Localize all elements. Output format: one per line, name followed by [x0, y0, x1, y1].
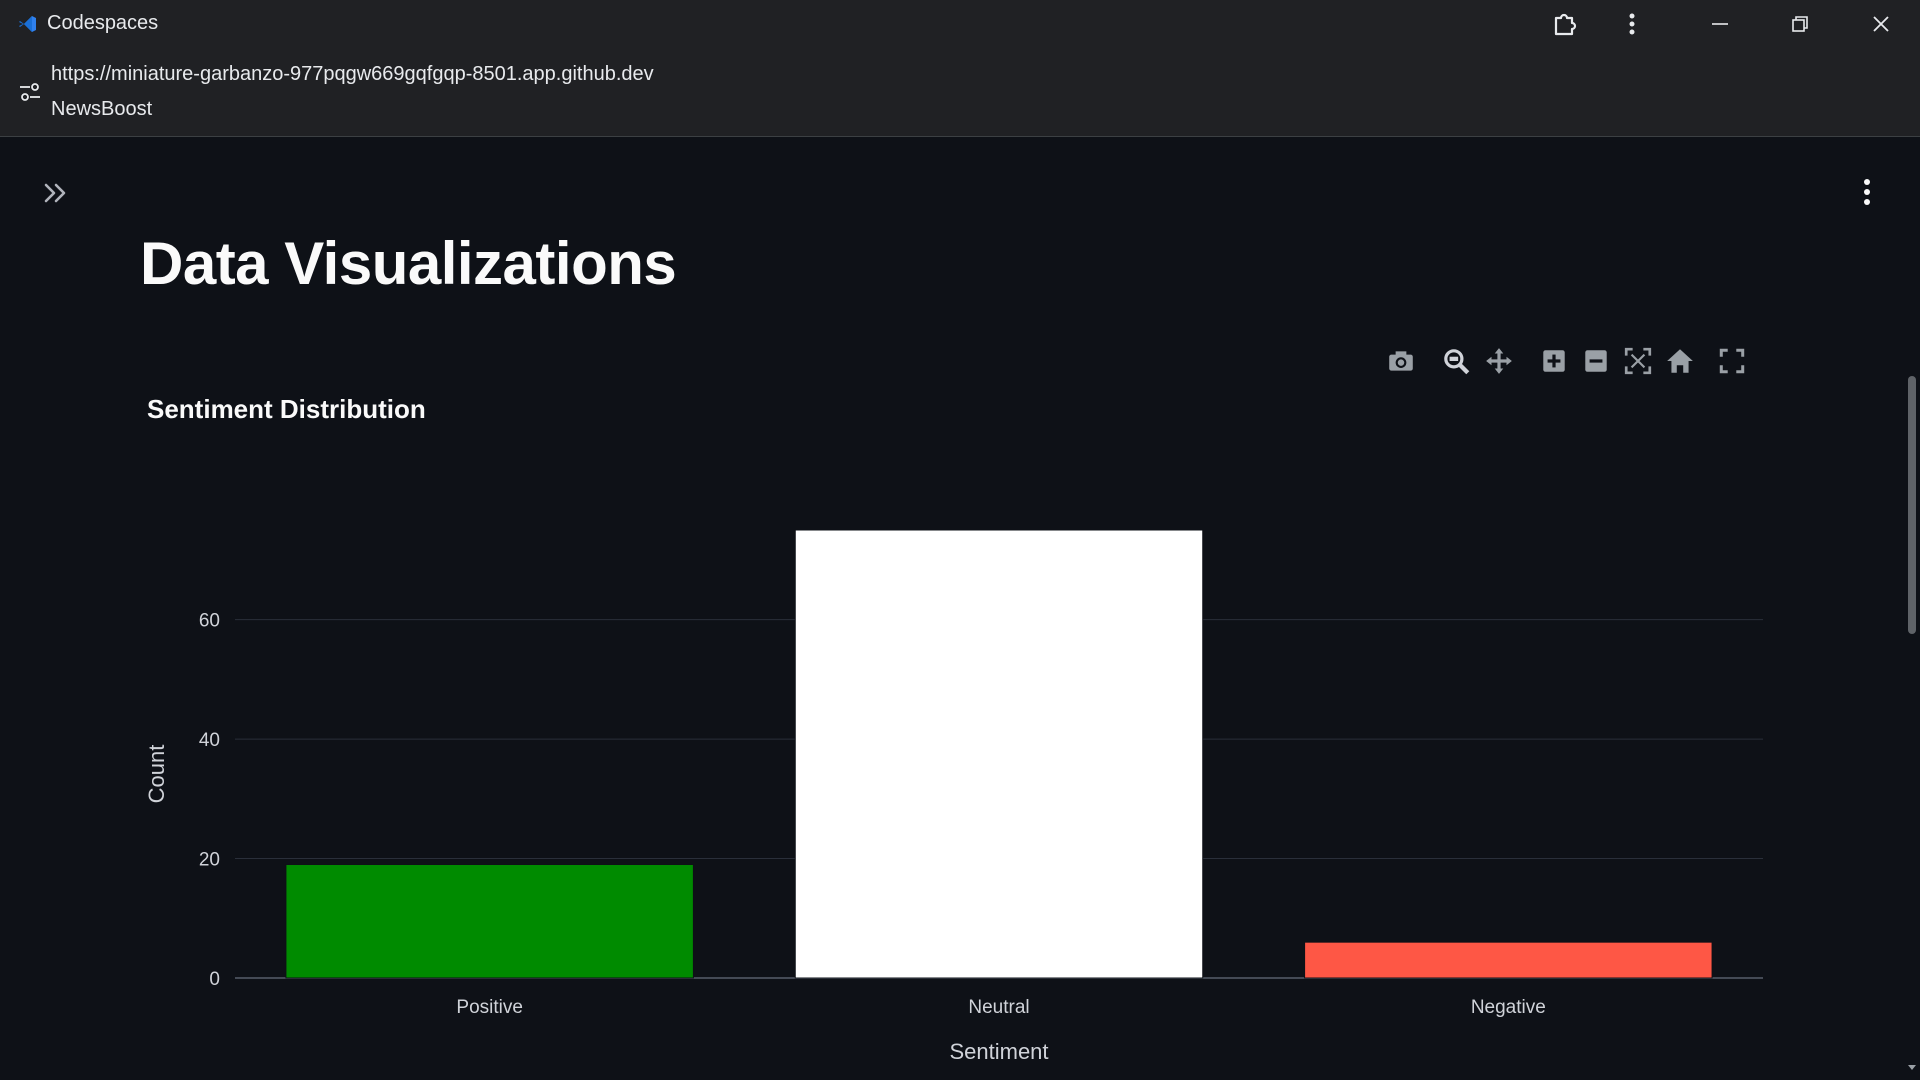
y-tick-label: 20 — [199, 850, 220, 871]
minimize-icon — [1710, 14, 1730, 34]
zoom-in-button[interactable] — [1539, 346, 1569, 376]
vscode-icon — [18, 14, 38, 34]
scrollbar-thumb[interactable] — [1908, 376, 1916, 634]
y-tick-label: 0 — [209, 969, 220, 990]
minimize-button[interactable] — [1690, 0, 1750, 47]
bar-neutral — [794, 529, 1204, 979]
y-tick-label: 60 — [199, 611, 220, 632]
restore-icon — [1790, 14, 1810, 34]
scroll-down-icon[interactable] — [1906, 1060, 1918, 1072]
page-heading: Data Visualizations — [140, 230, 677, 297]
y-tick-label: 40 — [199, 730, 220, 751]
chart-modebar — [1386, 344, 1758, 378]
sentiment-chart: Sentiment Distribution 0 20 40 60 Positive Neu… — [140, 333, 1780, 1073]
main-menu-icon[interactable] — [1852, 175, 1882, 209]
reset-axes-button[interactable] — [1665, 346, 1695, 376]
pan-button[interactable] — [1484, 346, 1514, 376]
close-icon — [1871, 14, 1891, 34]
extensions-button[interactable] — [1534, 0, 1594, 47]
x-tick-label: Negative — [1471, 997, 1546, 1018]
expand-sidebar-icon[interactable] — [40, 177, 72, 209]
app-title: Codespaces — [47, 12, 159, 34]
bar-negative — [1304, 941, 1713, 979]
bar-positive — [285, 864, 694, 979]
chart-svg: Sentiment Distribution 0 20 40 60 Positive Neu… — [144, 394, 1763, 1064]
fullscreen-button[interactable] — [1717, 346, 1747, 376]
y-axis-title: Count — [144, 745, 169, 804]
autoscale-button[interactable] — [1623, 346, 1653, 376]
browser-menu-button[interactable] — [1602, 0, 1662, 47]
pan-icon — [1486, 348, 1512, 374]
reset-axes-icon — [1667, 349, 1693, 373]
page-title-text: NewsBoost — [51, 98, 153, 120]
chart-title: Sentiment Distribution — [147, 394, 426, 424]
zoom-out-button[interactable] — [1581, 346, 1611, 376]
x-tick-label: Neutral — [968, 997, 1029, 1018]
close-window-button[interactable] — [1851, 0, 1911, 47]
camera-button[interactable] — [1386, 346, 1416, 376]
camera-icon — [1389, 351, 1413, 371]
site-settings-icon[interactable] — [18, 80, 42, 104]
zoom-out-icon — [1585, 350, 1607, 372]
zoom-in-icon — [1543, 350, 1565, 372]
url-text[interactable]: https://miniature-garbanzo-977pqgw669gqf… — [51, 63, 654, 86]
autoscale-icon — [1624, 347, 1652, 375]
x-axis-title: Sentiment — [949, 1039, 1048, 1064]
more-vert-icon — [1628, 12, 1636, 36]
window-title-bar: Codespaces — [0, 0, 1920, 47]
fullscreen-icon — [1719, 348, 1745, 374]
zoom-button[interactable] — [1441, 346, 1471, 376]
extensions-icon — [1550, 10, 1578, 38]
restore-button[interactable] — [1770, 0, 1830, 47]
x-tick-label: Positive — [456, 997, 523, 1018]
zoom-icon — [1444, 349, 1470, 375]
address-area: https://miniature-garbanzo-977pqgw669gqf… — [0, 47, 1920, 137]
